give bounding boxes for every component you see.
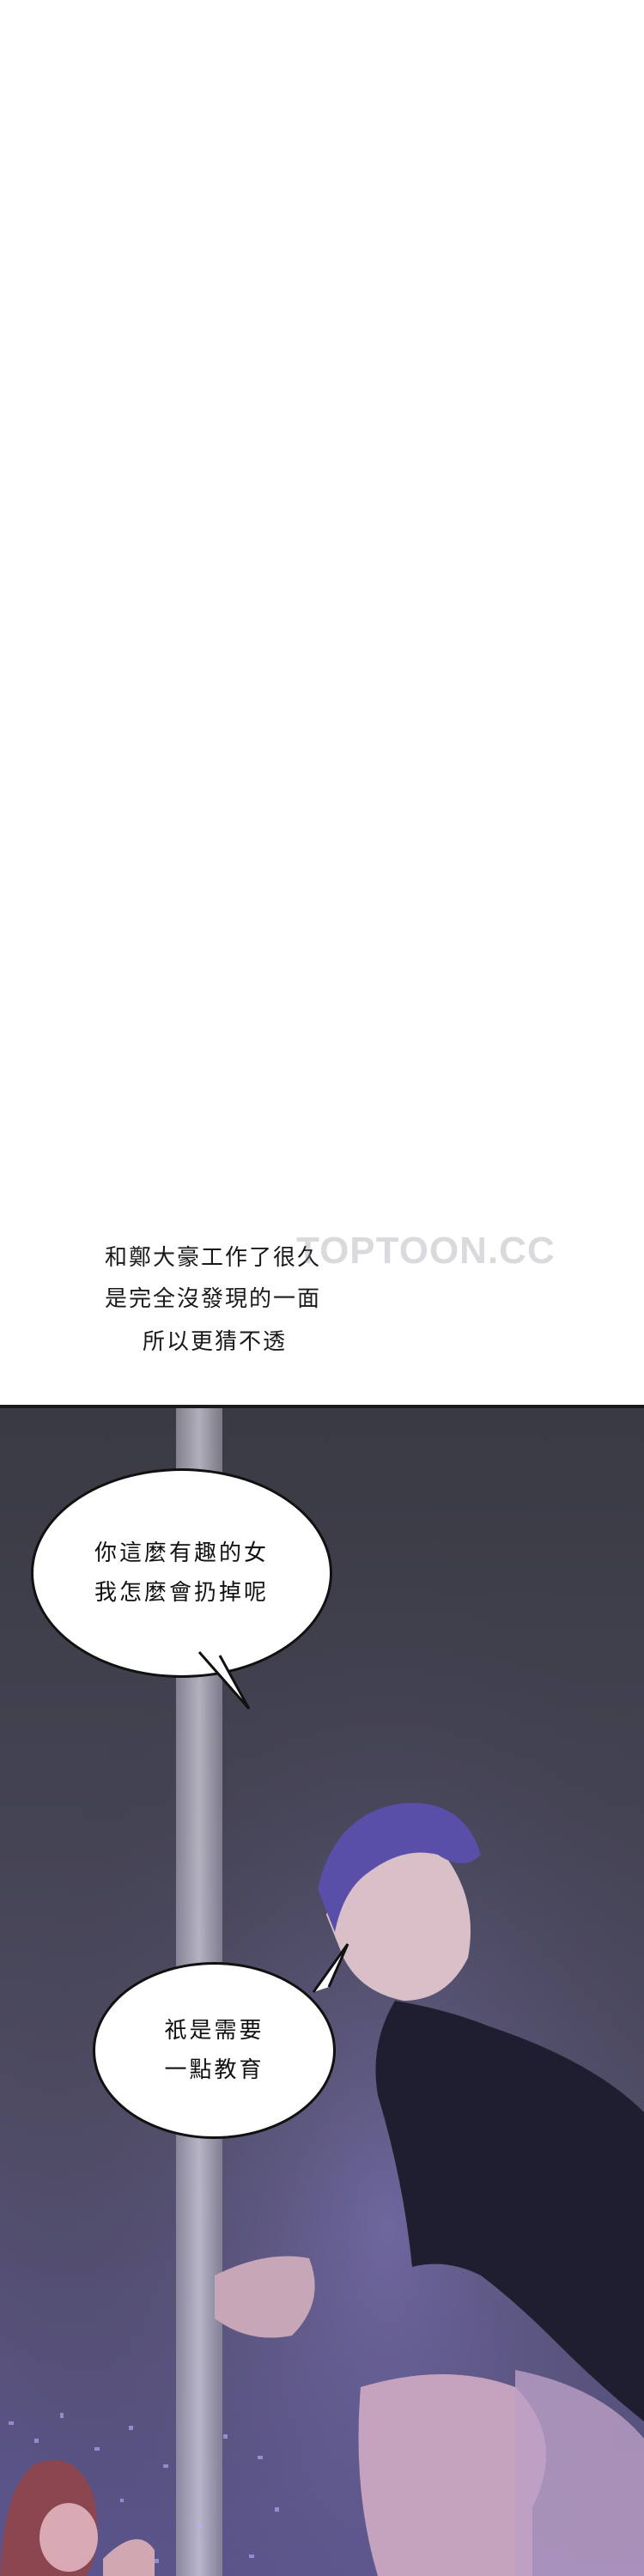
speech-bubble-1: 你這麼有趣的女 我怎麼會扔掉呢	[31, 1468, 332, 1678]
narration-line-3: 所以更猜不透	[143, 1329, 288, 1355]
narration-line-2: 是完全沒發現的一面	[105, 1286, 322, 1312]
narration-panel: 和鄭大豪工作了很久 是完全沒發現的一面 所以更猜不透 TOPTOON.CC	[0, 0, 644, 1408]
speech-bubble-2: 祇是需要 一點教育	[93, 1962, 336, 2139]
comic-panel: 你這麼有趣的女 我怎麼會扔掉呢 祇是需要 一點教育	[0, 1408, 644, 2576]
watermark: TOPTOON.CC	[296, 1230, 556, 1272]
bubble-1-line-2: 我怎麼會扔掉呢	[94, 1580, 269, 1606]
bubble-2-line-1: 祇是需要	[164, 2018, 264, 2044]
bubble-2-tail	[312, 1943, 349, 1993]
narration-line-1: 和鄭大豪工作了很久	[105, 1245, 322, 1271]
bubble-2-line-2: 一點教育	[164, 2057, 264, 2083]
bubble-1-tail	[197, 1651, 251, 1710]
bubble-1-line-1: 你這麼有趣的女	[94, 1540, 269, 1566]
